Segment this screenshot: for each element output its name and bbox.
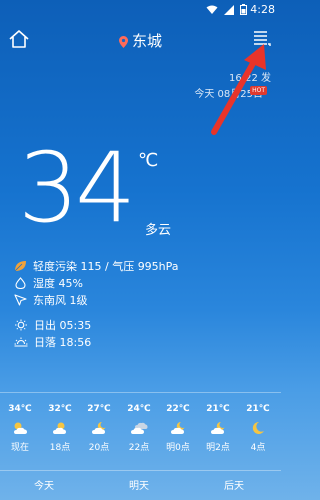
sunrise-icon xyxy=(15,319,27,331)
tab-day-after[interactable]: 后天 xyxy=(224,477,244,492)
weather-condition: 多云 xyxy=(145,223,172,238)
hourly-item: 21℃ 4点 xyxy=(239,404,277,453)
partly-cloudy-night-icon xyxy=(211,421,225,434)
hourly-item: 27℃ 20点 xyxy=(80,404,118,453)
status-bar: 4:28 xyxy=(0,0,281,20)
sunset-text: 日落 18:56 xyxy=(34,336,92,349)
air-quality-row[interactable]: 轻度污染 115 / 气压 995hPa xyxy=(14,258,179,274)
sunset-row: 日落 18:56 xyxy=(14,334,91,350)
hourly-temp: 24℃ xyxy=(127,404,151,414)
hourly-item: 34℃ 现在 xyxy=(1,404,39,453)
leaf-icon xyxy=(14,261,26,272)
wind-text: 东南风 1级 xyxy=(33,294,88,307)
hourly-temp: 22℃ xyxy=(166,404,190,414)
partly-cloudy-day-icon xyxy=(53,422,66,434)
humidity-row: 湿度 45% xyxy=(14,275,83,291)
hourly-label: 明0点 xyxy=(166,443,190,453)
status-time: 4:28 xyxy=(250,3,275,16)
sunset-icon xyxy=(14,337,28,347)
sunrise-text: 日出 05:35 xyxy=(34,319,92,332)
hourly-item: 22℃ 明0点 xyxy=(159,404,197,453)
hourly-label: 明2点 xyxy=(206,443,230,453)
status-icons xyxy=(206,4,247,15)
partly-cloudy-day-icon xyxy=(14,422,27,434)
hourly-label: 20点 xyxy=(88,443,110,453)
signal-icon xyxy=(224,4,234,15)
moon-icon xyxy=(252,421,264,434)
tab-today[interactable]: 今天 xyxy=(34,477,54,492)
partly-cloudy-night-icon xyxy=(171,421,185,434)
hourly-item: 24℃ 22点 xyxy=(120,404,158,453)
cloudy-icon xyxy=(131,422,148,434)
partly-cloudy-night-icon xyxy=(92,421,106,434)
droplet-icon xyxy=(15,277,26,289)
hourly-label: 4点 xyxy=(250,443,266,453)
hourly-bottom-divider xyxy=(0,470,281,471)
hourly-label: 22点 xyxy=(128,443,150,453)
hourly-forecast[interactable]: 34℃ 现在 32℃ 18点 27℃ 20点 24℃ 22点 22℃ 明0点 2… xyxy=(0,404,281,466)
hourly-item: 32℃ 18点 xyxy=(41,404,79,453)
wind-row: 东南风 1级 xyxy=(14,292,88,308)
hourly-label: 现在 xyxy=(10,443,29,453)
hourly-top-divider xyxy=(0,392,281,393)
sunrise-row: 日出 05:35 xyxy=(14,317,91,333)
battery-icon xyxy=(240,4,247,15)
location-pin-icon xyxy=(118,36,128,48)
current-temperature: 34 xyxy=(18,132,136,244)
humidity-text: 湿度 45% xyxy=(33,277,83,290)
hourly-temp: 21℃ xyxy=(246,404,270,414)
temperature-unit: ℃ xyxy=(138,150,159,171)
pointer-arrow-icon xyxy=(211,44,266,135)
hourly-temp: 21℃ xyxy=(206,404,230,414)
hourly-item: 21℃ 明2点 xyxy=(199,404,237,453)
hourly-temp: 34℃ xyxy=(8,404,32,414)
hourly-temp: 32℃ xyxy=(48,404,72,414)
air-quality-text: 轻度污染 115 / 气压 995hPa xyxy=(33,260,179,273)
day-tabs: 今天 明天 后天 xyxy=(0,475,281,500)
city-name: 东城 xyxy=(131,32,162,50)
tab-tomorrow[interactable]: 明天 xyxy=(129,477,149,492)
hourly-label: 18点 xyxy=(49,443,71,453)
wind-direction-icon xyxy=(14,294,27,306)
hourly-temp: 27℃ xyxy=(87,404,111,414)
wifi-icon xyxy=(206,5,218,14)
